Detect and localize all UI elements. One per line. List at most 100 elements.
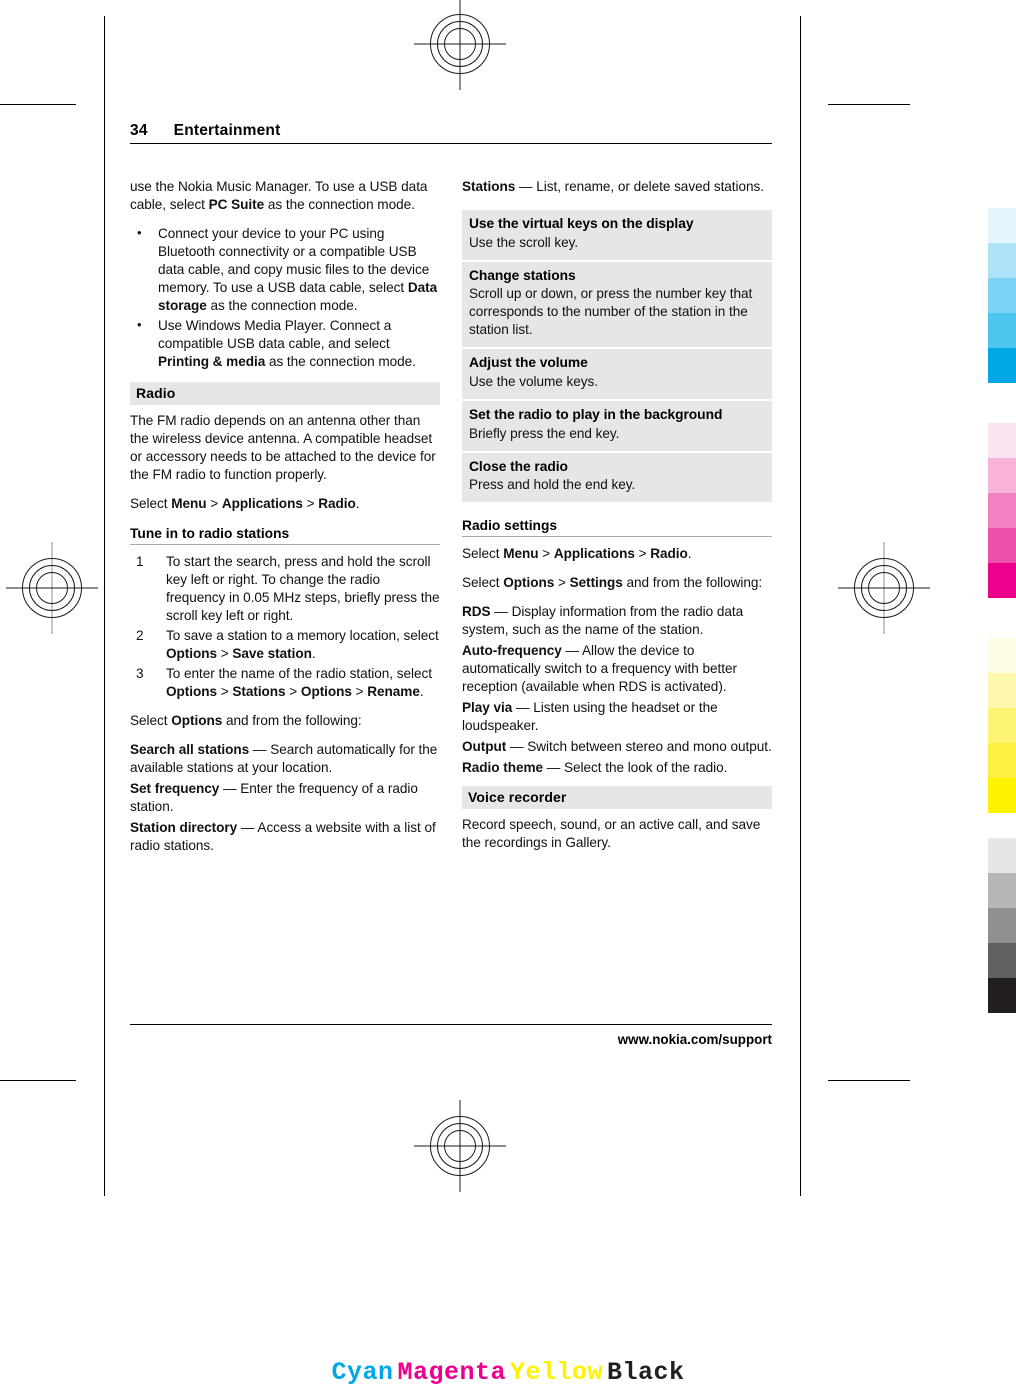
cmyk-legend-magenta: Magenta	[397, 1358, 506, 1387]
list-item: Use Windows Media Player. Connect a comp…	[130, 316, 440, 371]
gray-bar-swatch-2	[988, 908, 1016, 943]
row-body: Briefly press the end key.	[469, 425, 620, 441]
list-item: To save a station to a memory location, …	[130, 627, 440, 663]
step-text: >	[217, 684, 233, 699]
yellow-calibration-bar	[988, 638, 1016, 813]
magenta-bar-swatch-2	[988, 493, 1016, 528]
definition-dash: —	[249, 742, 271, 757]
row-body: Press and hold the end key.	[469, 477, 636, 493]
definition-dash: —	[515, 179, 537, 194]
magenta-bar-swatch-4	[988, 563, 1016, 598]
crop-mark-top-right	[828, 104, 910, 105]
cyan-calibration-bar	[988, 208, 1016, 383]
definition-item: Play via — Listen using the headset or t…	[462, 699, 772, 735]
radio-intro-paragraph: The FM radio depends on an antenna other…	[130, 413, 436, 482]
intro-text: Select	[130, 713, 172, 728]
trim-line-left	[104, 16, 105, 1196]
para-bold: PC Suite	[208, 197, 265, 212]
path-text: Select	[462, 575, 504, 591]
cmyk-legend-black: Black	[607, 1358, 685, 1387]
path-options: Options	[503, 575, 555, 591]
table-row: Use the virtual keys on the display Use …	[462, 210, 772, 260]
intro-text: and from the following:	[222, 713, 362, 728]
yellow-bar-swatch-3	[988, 743, 1016, 778]
para-text: as the connection mode.	[264, 197, 415, 212]
definition-term: Auto-frequency	[462, 643, 562, 659]
list-item: Connect your device to your PC using Blu…	[130, 224, 440, 315]
step-text: >	[285, 684, 301, 699]
list-item: To enter the name of the radio station, …	[130, 665, 440, 701]
page-number: 34	[130, 122, 148, 139]
path-text: and from the following:	[622, 575, 763, 591]
radio-keys-table: Use the virtual keys on the display Use …	[462, 210, 772, 503]
magenta-bar-swatch-0	[988, 423, 1016, 458]
list-item: To start the search, press and hold the …	[130, 553, 440, 625]
crop-mark-bottom-right	[828, 1080, 910, 1081]
definition-item: Station directory — Access a website wit…	[130, 819, 440, 855]
definition-dash: —	[219, 781, 241, 796]
gray-bar-swatch-0	[988, 838, 1016, 873]
path-applications: Applications	[553, 546, 635, 562]
support-url: www.nokia.com/support	[617, 1032, 772, 1047]
path-sep: >	[634, 546, 651, 562]
step-text: >	[351, 684, 368, 699]
row-body: Use the volume keys.	[469, 373, 598, 389]
bullet-text: as the connection mode.	[265, 354, 416, 369]
bullet-text: as the connection mode.	[206, 298, 358, 313]
right-column: Stations — List, rename, or delete saved…	[462, 178, 772, 863]
registration-mark-top	[414, 0, 506, 90]
yellow-bar-swatch-2	[988, 708, 1016, 743]
path-applications: Applications	[221, 496, 303, 511]
voice-recorder-paragraph: Record speech, sound, or an active call,…	[462, 817, 761, 851]
bullet-bold: Printing & media	[158, 354, 266, 369]
row-title: Change stations	[469, 267, 576, 283]
definition-dash: —	[512, 700, 534, 716]
step-text: To save a station to a memory location, …	[166, 628, 439, 643]
definition-term: Station directory	[130, 820, 238, 835]
page-header: 34 Entertainment	[130, 122, 772, 144]
definition-term: Stations	[462, 179, 516, 194]
settings-options-path: Select Options > Settings and from the f…	[462, 574, 772, 592]
definition-dash: —	[490, 604, 512, 620]
gray-bar-swatch-3	[988, 943, 1016, 978]
row-title: Close the radio	[469, 458, 568, 474]
step-bold: Options	[166, 646, 217, 661]
path-sep: >	[538, 546, 554, 562]
definition-dash: —	[506, 739, 528, 755]
yellow-bar-swatch-4	[988, 778, 1016, 813]
definition-item: Auto-frequency — Allow the device to aut…	[462, 642, 772, 696]
bullet-text: Use Windows Media Player. Connect a comp…	[158, 318, 392, 351]
table-row: Set the radio to play in the background …	[462, 400, 772, 451]
cyan-bar-swatch-0	[988, 208, 1016, 243]
step-bold: Options	[166, 684, 217, 699]
subheading-tune-in: Tune in to radio stations	[130, 526, 440, 545]
path-text: .	[687, 546, 692, 562]
settings-menu-path: Select Menu > Applications > Radio.	[462, 545, 772, 563]
magenta-bar-swatch-1	[988, 458, 1016, 493]
definition-term: Play via	[462, 700, 513, 716]
definition-term: Radio theme	[462, 760, 544, 776]
definition-dash: —	[543, 760, 565, 776]
definition-term: Output	[462, 739, 507, 755]
path-radio: Radio	[650, 546, 688, 562]
definition-term: RDS	[462, 604, 491, 620]
step-bold: Rename	[367, 684, 420, 699]
definition-item: Radio theme — Select the look of the rad…	[462, 759, 772, 777]
connection-methods-list: Connect your device to your PC using Blu…	[130, 224, 440, 371]
magenta-bar-swatch-3	[988, 528, 1016, 563]
table-row: Adjust the volume Use the volume keys.	[462, 349, 772, 399]
row-title: Use the virtual keys on the display	[469, 216, 694, 231]
row-body: Scroll up or down, or press the number k…	[469, 286, 753, 338]
definition-item: Set frequency — Enter the frequency of a…	[130, 780, 440, 816]
cyan-bar-swatch-3	[988, 313, 1016, 348]
definition-desc: Switch between stereo and mono output.	[527, 739, 772, 755]
step-text: To enter the name of the radio station, …	[166, 666, 432, 681]
yellow-bar-swatch-1	[988, 673, 1016, 708]
definition-item: Stations — List, rename, or delete saved…	[462, 178, 772, 196]
two-column-body: use the Nokia Music Manager. To use a US…	[130, 178, 772, 863]
definition-desc: List, rename, or delete saved stations.	[536, 179, 764, 194]
cyan-bar-swatch-2	[988, 278, 1016, 313]
step-bold: Options	[300, 684, 352, 699]
gray-bar-swatch-1	[988, 873, 1016, 908]
path-text: Select	[130, 496, 172, 511]
